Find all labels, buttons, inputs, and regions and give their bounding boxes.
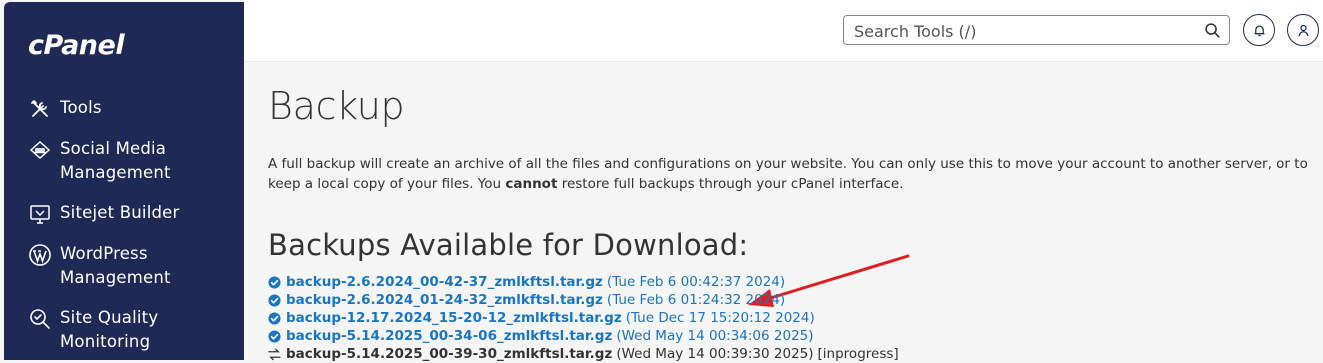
- backup-download-link[interactable]: backup-5.14.2025_00-34-06_zmlkftsl.tar.g…: [286, 328, 612, 344]
- check-circle-icon: [268, 311, 281, 325]
- page-title: Backup: [268, 84, 405, 128]
- sidebar-item-site-quality-monitoring[interactable]: Site Quality Monitoring: [4, 306, 244, 354]
- list-item: backup-5.14.2025_00-39-30_zmlkftsl.tar.g…: [268, 345, 899, 363]
- notifications-button[interactable]: [1243, 14, 1275, 46]
- sidebar-item-label: Sitejet Builder: [60, 203, 180, 222]
- description-text: restore full backups through your cPanel…: [557, 176, 904, 192]
- sitejet-icon: [28, 202, 52, 226]
- backup-date: (Wed May 14 00:34:06 2025): [616, 328, 814, 344]
- search-box[interactable]: [843, 15, 1230, 45]
- sidebar-item-tools[interactable]: Tools: [4, 96, 244, 121]
- list-item: backup-12.17.2024_15-20-12_zmlkftsl.tar.…: [268, 309, 899, 327]
- backup-download-link[interactable]: backup-2.6.2024_00-42-37_zmlkftsl.tar.gz: [286, 274, 603, 290]
- sidebar-item-wordpress-management[interactable]: WordPress Management: [4, 242, 244, 290]
- wordpress-icon: [28, 243, 52, 267]
- sidebar: cPanel Tools Social Media Management Sit…: [4, 2, 244, 360]
- backup-date: (Tue Feb 6 01:24:32 2024): [606, 292, 786, 308]
- backups-heading: Backups Available for Download:: [268, 228, 749, 262]
- description-emphasis: cannot: [505, 176, 558, 192]
- page-description: A full backup will create an archive of …: [268, 154, 1316, 194]
- check-circle-icon: [268, 293, 281, 307]
- sidebar-item-label: Tools: [60, 98, 102, 117]
- list-item: backup-5.14.2025_00-34-06_zmlkftsl.tar.g…: [268, 327, 899, 345]
- list-item: backup-2.6.2024_00-42-37_zmlkftsl.tar.gz…: [268, 273, 899, 291]
- sidebar-item-sitejet-builder[interactable]: Sitejet Builder: [4, 201, 244, 226]
- swap-arrows-icon: [268, 348, 281, 360]
- check-circle-icon: [268, 275, 281, 289]
- bell-icon: [1254, 25, 1264, 36]
- backup-date: (Tue Dec 17 15:20:12 2024): [625, 310, 815, 326]
- user-icon: [1298, 24, 1308, 36]
- backup-date: (Tue Feb 6 00:42:37 2024): [606, 274, 786, 290]
- sidebar-item-label: WordPress Management: [60, 244, 171, 287]
- sidebar-item-label: Social Media Management: [60, 139, 171, 182]
- sidebar-item-social-media-management[interactable]: Social Media Management: [4, 137, 244, 185]
- search-input[interactable]: [852, 19, 1196, 43]
- backup-download-link[interactable]: backup-2.6.2024_01-24-32_zmlkftsl.tar.gz: [286, 292, 603, 308]
- user-menu-button[interactable]: [1287, 14, 1319, 46]
- social-media-icon: [28, 138, 52, 162]
- top-header: [244, 0, 1323, 62]
- sidebar-item-label: Site Quality Monitoring: [60, 308, 159, 351]
- backup-download-link[interactable]: backup-12.17.2024_15-20-12_zmlkftsl.tar.…: [286, 310, 622, 326]
- site-quality-icon: [28, 307, 52, 331]
- backup-list: backup-2.6.2024_00-42-37_zmlkftsl.tar.gz…: [268, 273, 899, 363]
- cpanel-logo[interactable]: cPanel: [28, 30, 125, 61]
- tools-icon: [28, 97, 52, 121]
- search-icon[interactable]: [1204, 22, 1221, 39]
- list-item: backup-2.6.2024_01-24-32_zmlkftsl.tar.gz…: [268, 291, 899, 309]
- check-circle-icon: [268, 329, 281, 343]
- sidebar-nav: Tools Social Media Management Sitejet Bu…: [4, 96, 244, 354]
